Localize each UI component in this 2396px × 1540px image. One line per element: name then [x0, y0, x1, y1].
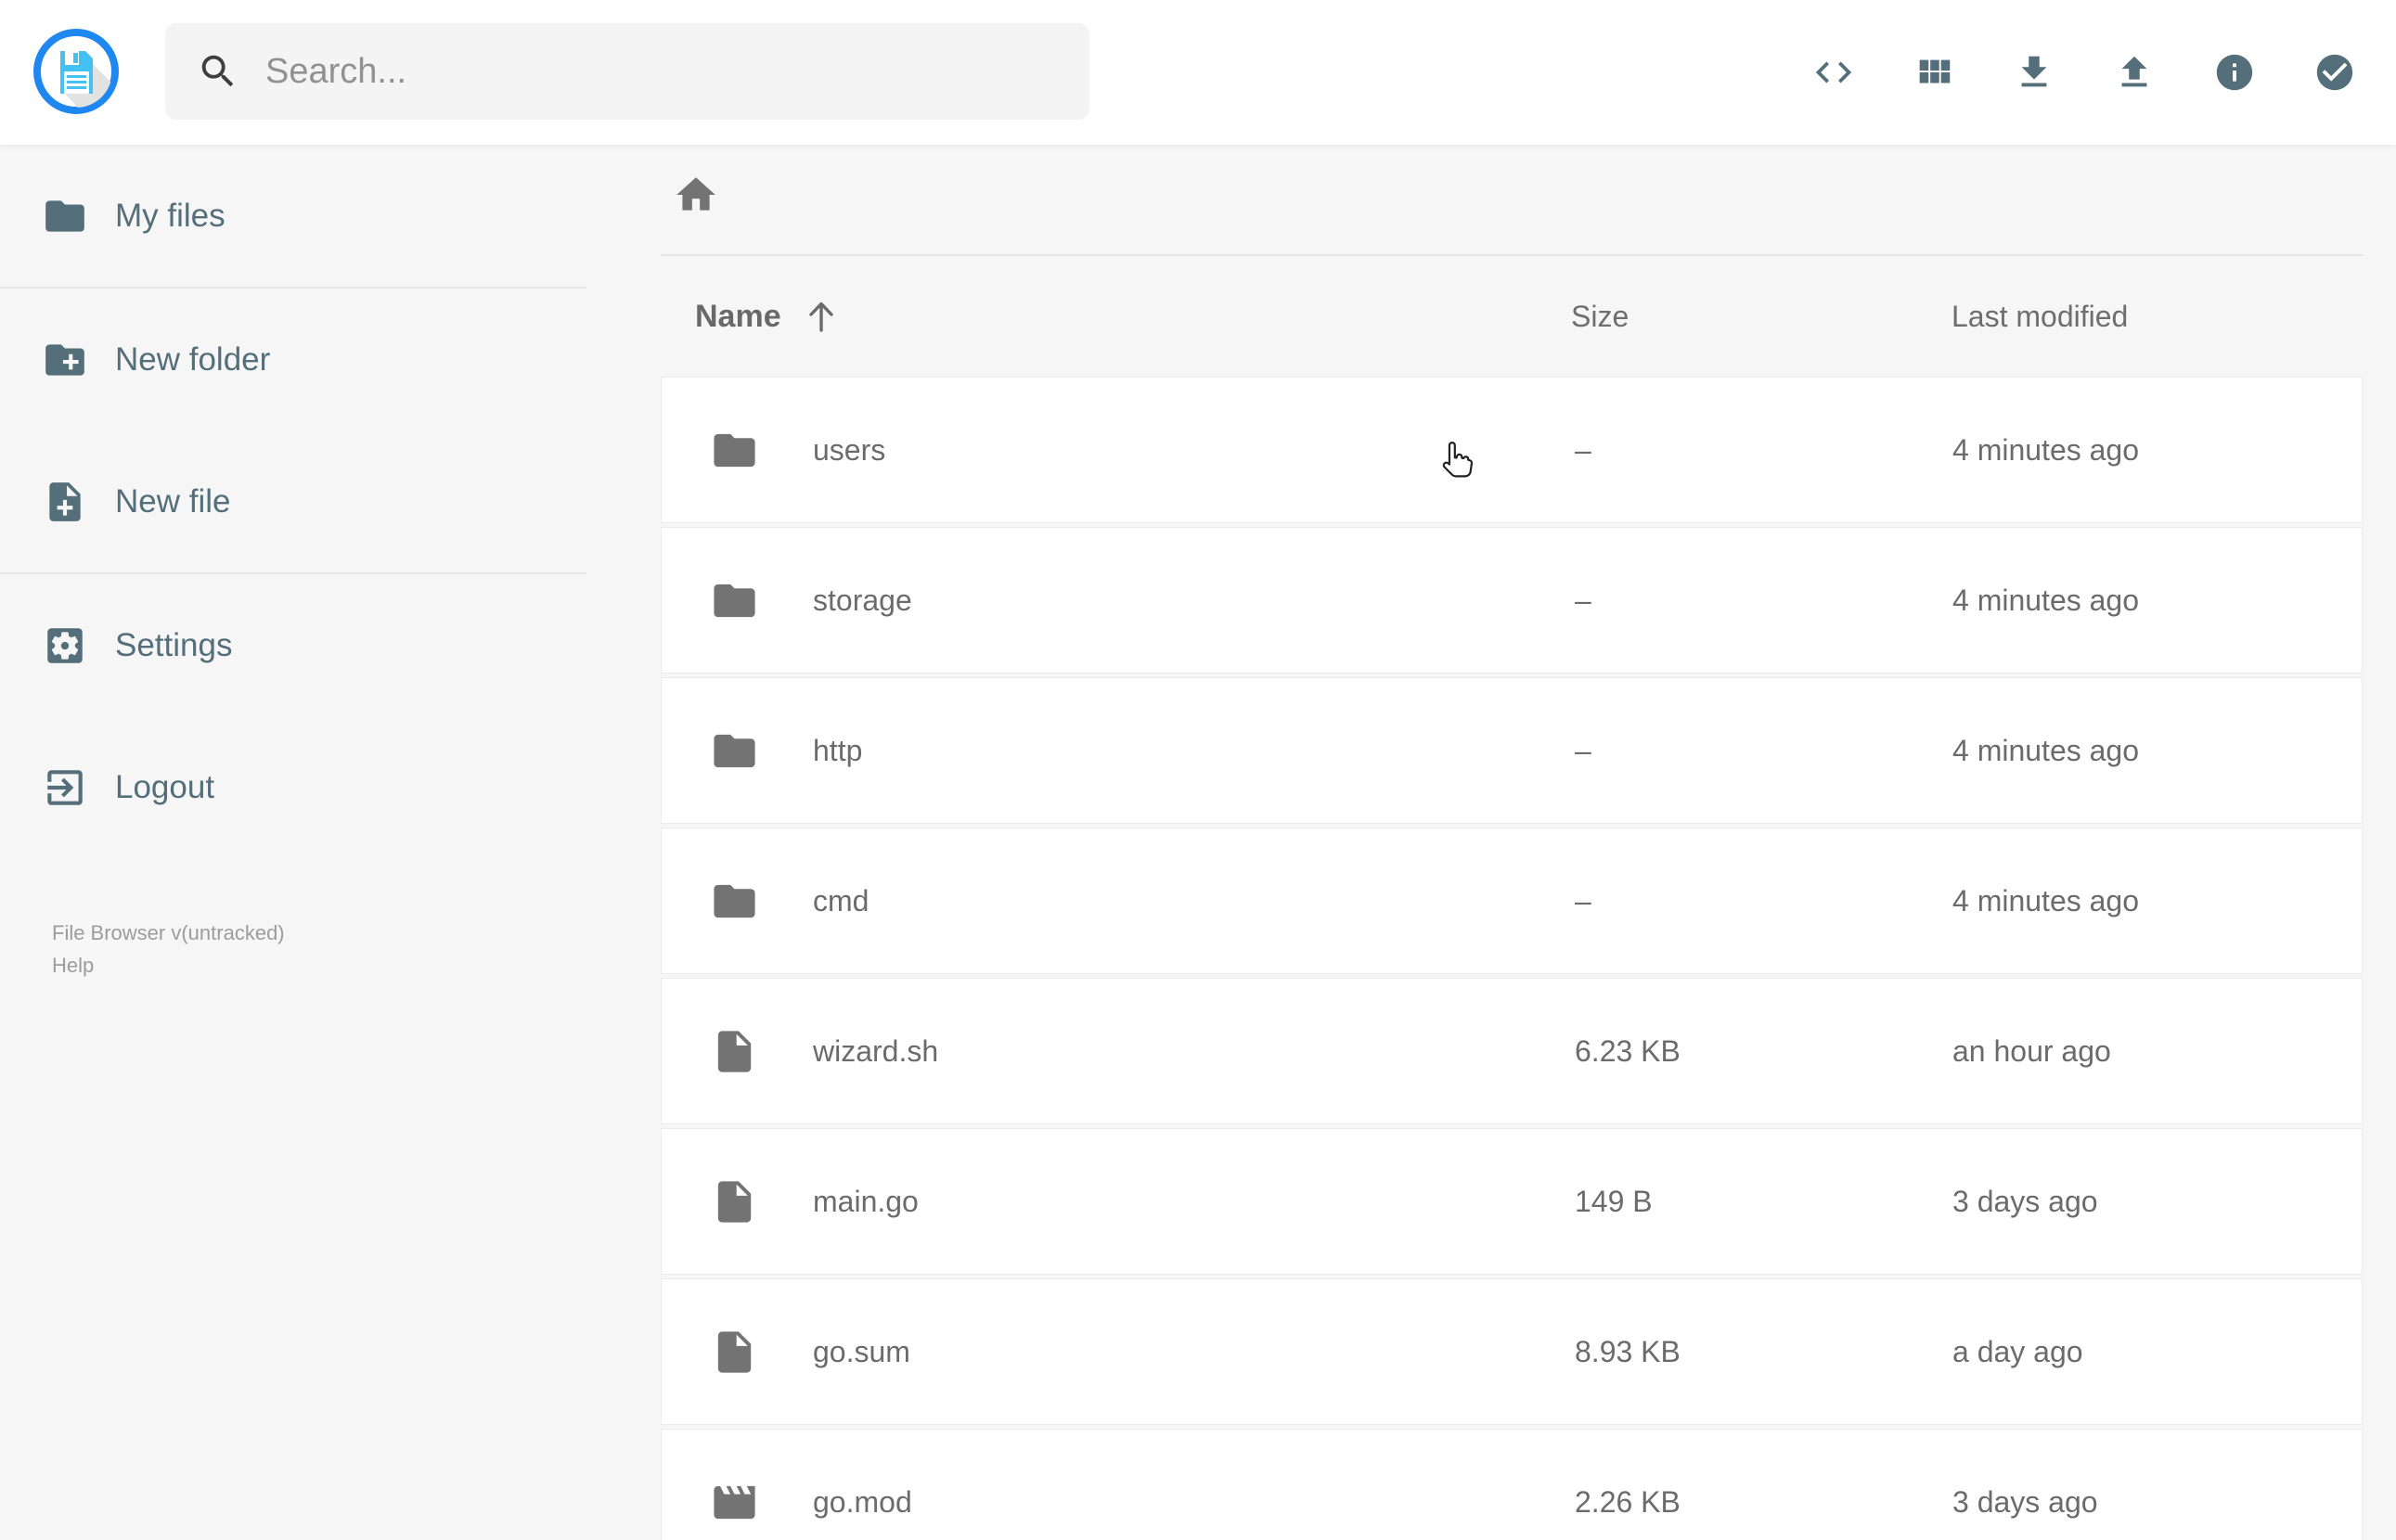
- file-row[interactable]: storage – 4 minutes ago: [661, 527, 2363, 674]
- column-header-modified[interactable]: Last modified: [1952, 300, 2363, 334]
- file-row[interactable]: users – 4 minutes ago: [661, 377, 2363, 523]
- file-icon: [710, 1328, 759, 1377]
- sidebar: My files New folder New file Settings Lo…: [0, 145, 586, 1540]
- file-name-cell: go.sum: [662, 1328, 1572, 1377]
- movie-icon: [710, 1478, 759, 1527]
- folder-icon: [710, 426, 759, 475]
- help-link[interactable]: Help: [52, 949, 285, 982]
- file-name: storage: [813, 583, 912, 617]
- file-size: –: [1575, 432, 1591, 467]
- select-multiple-icon[interactable]: [2285, 22, 2385, 122]
- file-name: cmd: [813, 883, 870, 918]
- file-name-cell: main.go: [662, 1177, 1572, 1226]
- grid-view-icon[interactable]: [1884, 22, 1984, 122]
- file-name-cell: storage: [662, 576, 1572, 625]
- file-name-cell: go.mod: [662, 1478, 1572, 1527]
- upload-icon[interactable]: [2084, 22, 2184, 122]
- download-icon[interactable]: [1984, 22, 2084, 122]
- column-header-size[interactable]: Size: [1571, 300, 1952, 334]
- file-modified: 3 days ago: [1952, 1484, 2098, 1519]
- sidebar-item-label: New folder: [115, 340, 271, 378]
- file-name: http: [813, 733, 863, 767]
- file-name: go.mod: [813, 1484, 912, 1519]
- logout-icon: [47, 769, 83, 805]
- sidebar-item-my-files[interactable]: My files: [0, 145, 586, 287]
- folder-icon: [710, 726, 759, 776]
- info-icon[interactable]: [2184, 22, 2285, 122]
- file-size: 6.23 KB: [1575, 1033, 1681, 1068]
- file-row[interactable]: http – 4 minutes ago: [661, 677, 2363, 824]
- sidebar-item-settings[interactable]: Settings: [0, 574, 586, 716]
- sidebar-item-new-file[interactable]: New file: [0, 430, 586, 572]
- sidebar-item-logout[interactable]: Logout: [0, 716, 586, 858]
- floppy-disk-logo: [33, 29, 119, 114]
- file-icon: [710, 1027, 759, 1076]
- folder-icon: [710, 576, 759, 625]
- file-name: users: [813, 432, 886, 467]
- arrow-up-icon: [808, 302, 833, 332]
- file-name: wizard.sh: [813, 1033, 939, 1068]
- file-name: main.go: [813, 1184, 919, 1218]
- file-modified: 4 minutes ago: [1952, 733, 2140, 767]
- new-folder-icon: [45, 343, 84, 376]
- file-row[interactable]: main.go 149 B 3 days ago: [661, 1128, 2363, 1275]
- file-row[interactable]: wizard.sh 6.23 KB an hour ago: [661, 978, 2363, 1124]
- sidebar-item-label: Logout: [115, 768, 215, 805]
- folder-icon: [45, 199, 84, 232]
- file-row[interactable]: go.sum 8.93 KB a day ago: [661, 1278, 2363, 1425]
- file-browser-app: My files New folder New file Settings Lo…: [0, 0, 2396, 1540]
- column-header-name[interactable]: Name: [661, 297, 1571, 336]
- file-size: –: [1575, 883, 1591, 918]
- file-modified: 4 minutes ago: [1952, 583, 2140, 617]
- file-modified: a day ago: [1952, 1334, 2083, 1368]
- search-icon: [197, 50, 239, 93]
- app-version: File Browser v(untracked): [52, 921, 285, 944]
- new-file-icon: [49, 481, 81, 521]
- header-actions: [1784, 0, 2385, 145]
- file-modified: 4 minutes ago: [1952, 432, 2140, 467]
- sidebar-item-label: Settings: [115, 626, 233, 663]
- top-bar: [0, 0, 2396, 145]
- file-name-cell: http: [662, 726, 1572, 776]
- code-icon[interactable]: [1784, 22, 1884, 122]
- file-name-cell: wizard.sh: [662, 1027, 1572, 1076]
- file-list: users – 4 minutes ago storage – 4 minute…: [661, 377, 2363, 1540]
- search-bar[interactable]: [165, 23, 1089, 120]
- file-size: 149 B: [1575, 1184, 1653, 1218]
- folder-icon: [710, 877, 759, 926]
- listing-header: Name Size Last modified: [661, 275, 2363, 358]
- file-name-cell: users: [662, 426, 1572, 475]
- settings-icon: [47, 627, 83, 663]
- file-row[interactable]: go.mod 2.26 KB 3 days ago: [661, 1429, 2363, 1540]
- file-modified: 3 days ago: [1952, 1184, 2098, 1218]
- sidebar-item-label: New file: [115, 482, 231, 520]
- file-size: 8.93 KB: [1575, 1334, 1681, 1368]
- breadcrumb-divider: [661, 254, 2363, 256]
- sidebar-item-label: My files: [115, 197, 225, 234]
- breadcrumb-home-button[interactable]: [668, 167, 724, 223]
- file-name-cell: cmd: [662, 877, 1572, 926]
- file-size: –: [1575, 733, 1591, 767]
- file-modified: an hour ago: [1952, 1033, 2111, 1068]
- file-name: go.sum: [813, 1334, 910, 1368]
- file-size: –: [1575, 583, 1591, 617]
- search-input[interactable]: [264, 50, 1089, 93]
- sidebar-item-new-folder[interactable]: New folder: [0, 289, 586, 430]
- sidebar-footer: File Browser v(untracked) Help: [52, 917, 285, 982]
- file-modified: 4 minutes ago: [1952, 883, 2140, 918]
- file-listing-area: Name Size Last modified users – 4 minute…: [586, 145, 2396, 1540]
- file-size: 2.26 KB: [1575, 1484, 1681, 1519]
- home-icon: [676, 177, 715, 211]
- file-row[interactable]: cmd – 4 minutes ago: [661, 828, 2363, 974]
- file-icon: [710, 1177, 759, 1226]
